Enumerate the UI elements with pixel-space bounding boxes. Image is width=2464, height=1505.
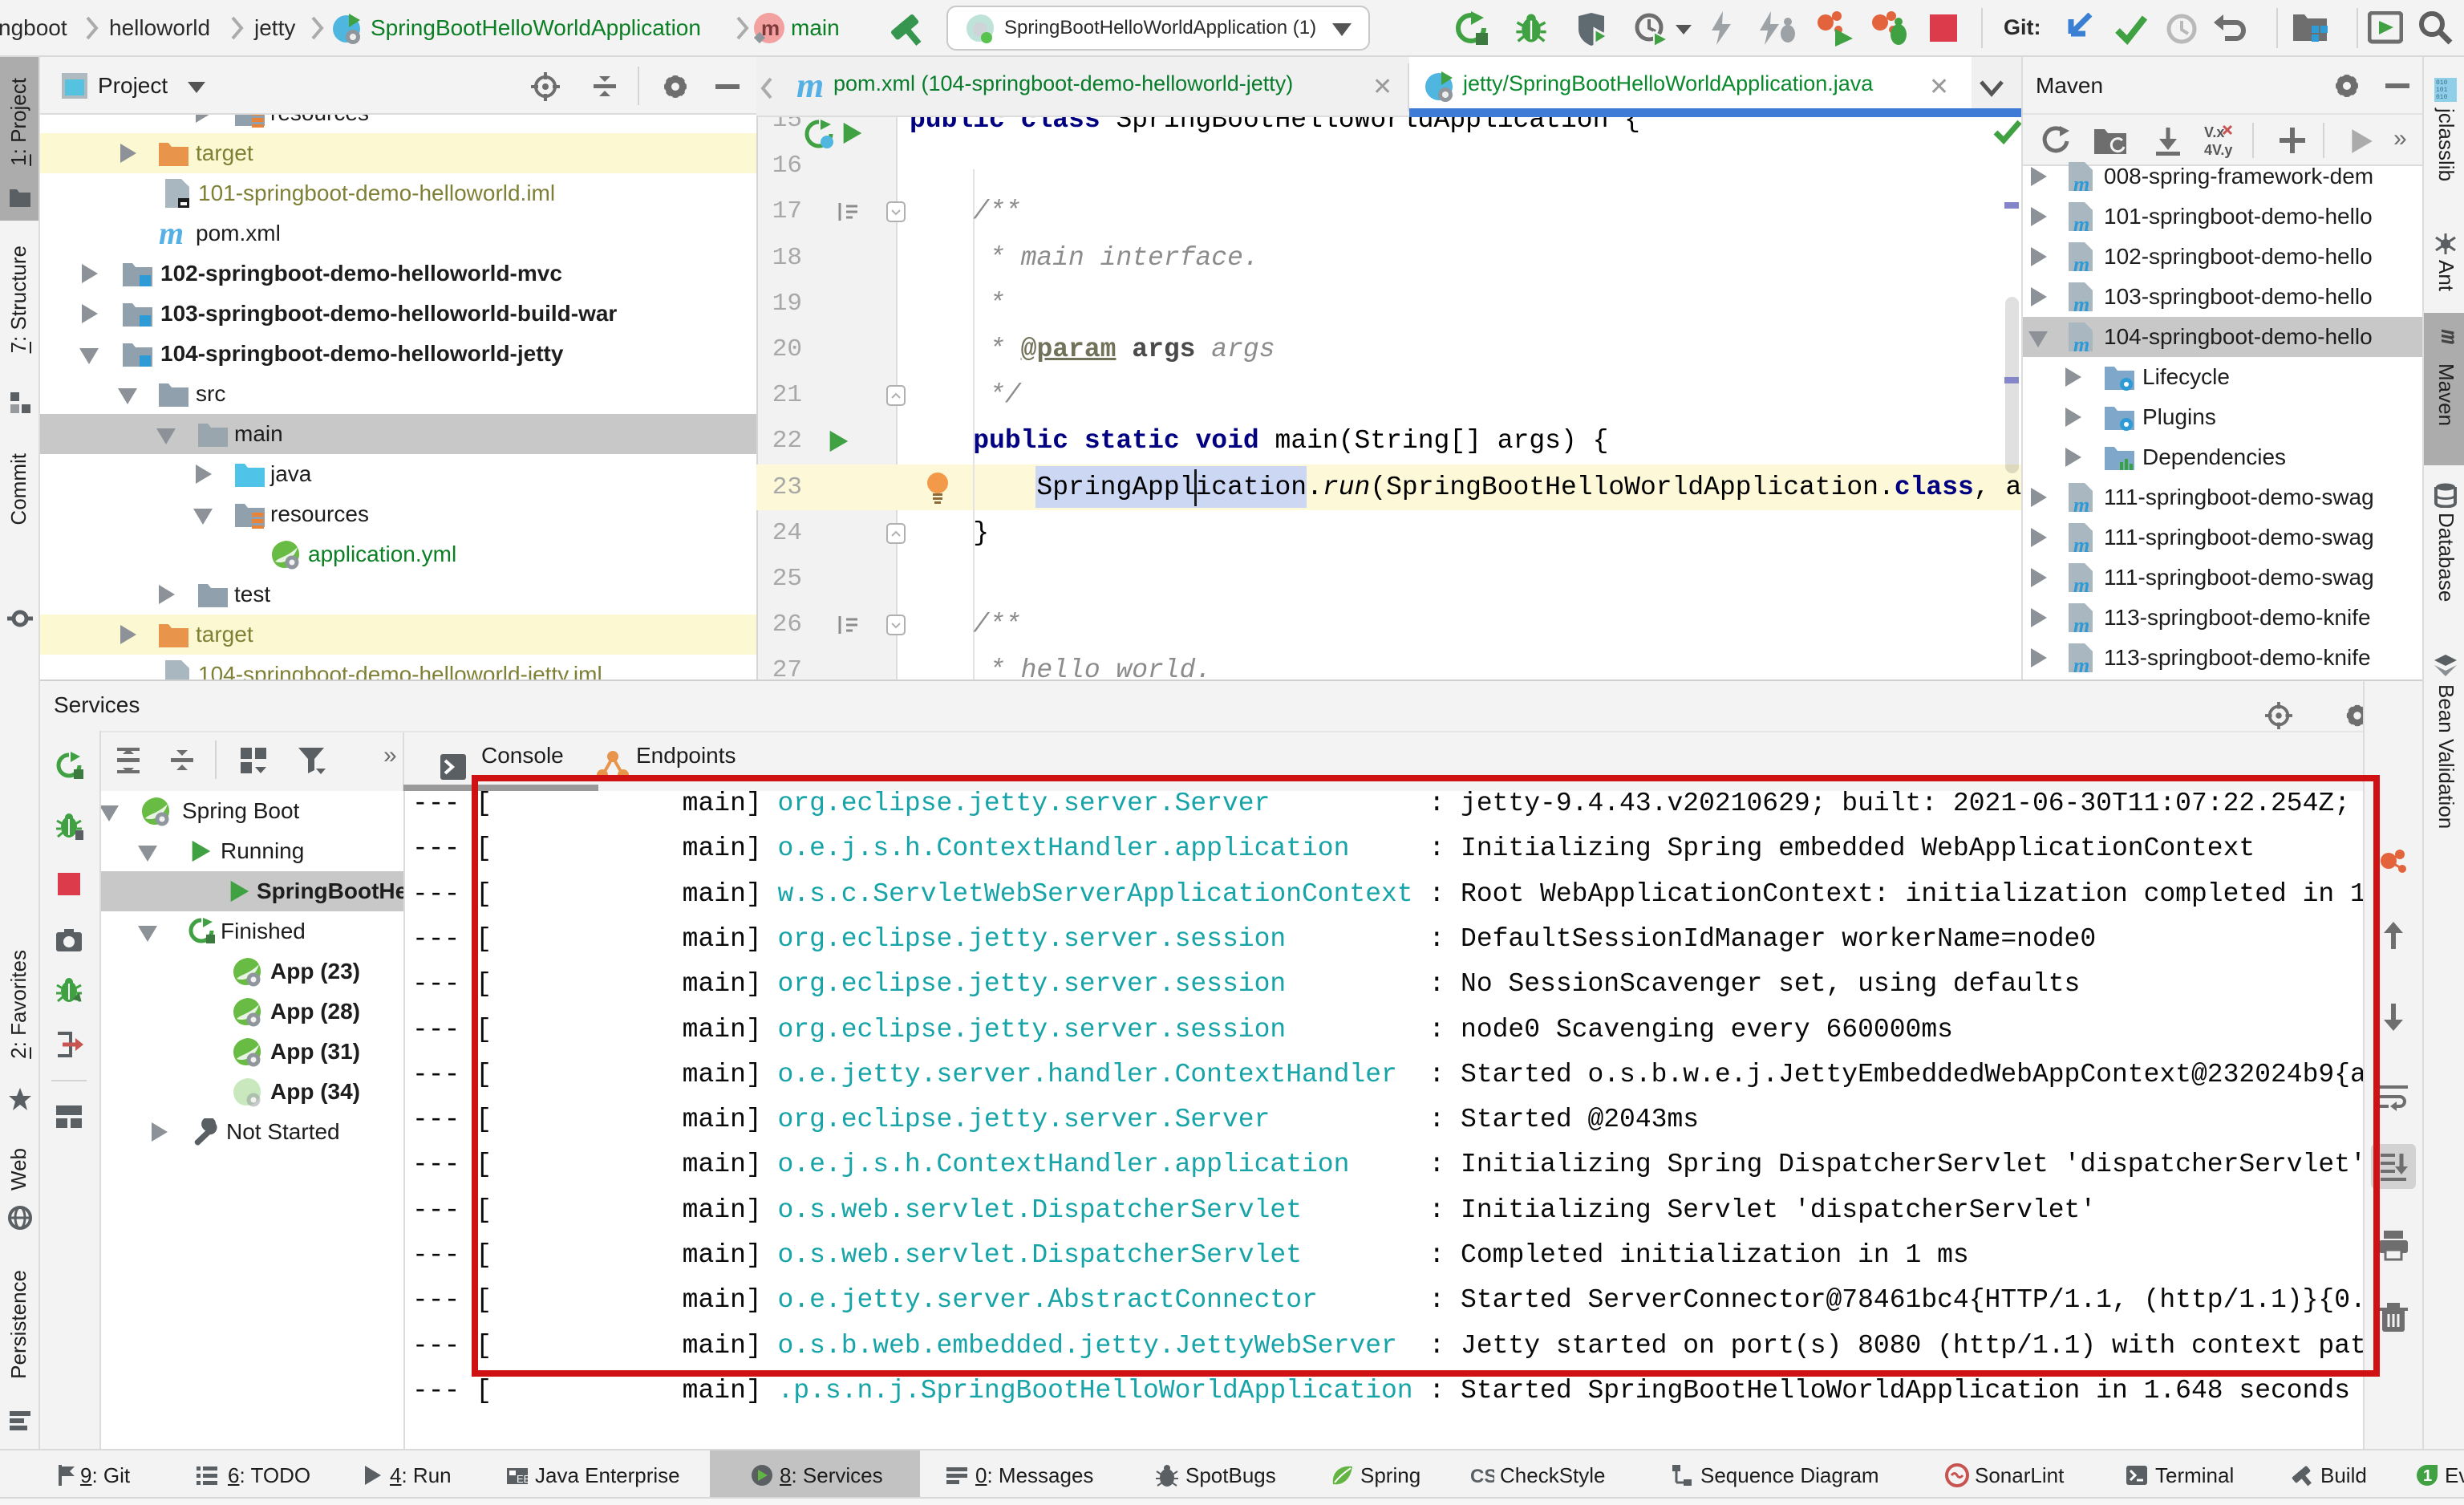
svg-text:1: 1 — [2423, 1467, 2432, 1485]
svg-text:101: 101 — [2436, 87, 2448, 94]
svg-text:m: m — [2073, 293, 2089, 313]
svg-text:m: m — [159, 220, 184, 247]
svg-text:m: m — [2073, 493, 2089, 513]
svg-text:EE: EE — [517, 1473, 529, 1485]
svg-text:CS: CS — [1470, 1466, 1494, 1487]
svg-text:m: m — [796, 70, 824, 102]
svg-text:m: m — [2073, 614, 2089, 634]
svg-text:010: 010 — [2436, 94, 2448, 101]
svg-text:m: m — [2073, 333, 2089, 353]
svg-text:4V.y: 4V.y — [2204, 142, 2232, 158]
svg-text:V.x: V.x — [2204, 124, 2224, 140]
svg-text:m: m — [2073, 574, 2089, 594]
svg-text:010: 010 — [2436, 79, 2448, 87]
svg-text:m: m — [2073, 533, 2089, 554]
svg-text:m: m — [2073, 213, 2089, 233]
svg-text:m: m — [2073, 253, 2089, 273]
svg-text:m: m — [2073, 654, 2089, 674]
svg-text:m: m — [2073, 172, 2089, 193]
